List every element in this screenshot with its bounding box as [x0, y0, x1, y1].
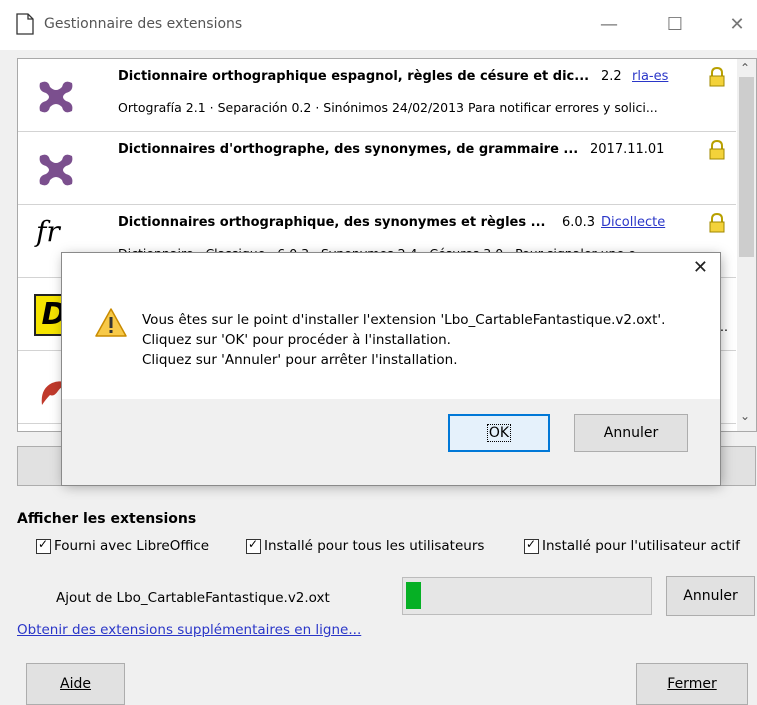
checkbox-checked-icon[interactable] — [36, 537, 51, 554]
install-confirm-dialog: ✕ Vous êtes sur le point d'installer l'e… — [61, 252, 721, 486]
shared-checkbox[interactable]: Installé pour tous les utilisateurs — [246, 537, 484, 554]
user-checkbox[interactable]: Installé pour l'utilisateur actif — [524, 537, 740, 554]
extension-version: 6.0.3 — [562, 215, 596, 230]
close-button[interactable]: Fermer — [636, 663, 748, 705]
extension-name: Dictionnaires orthographique, des synony… — [118, 215, 546, 230]
dialog-message-line: Cliquez sur 'OK' pour procéder à l'insta… — [142, 332, 451, 348]
extension-name: Dictionnaires d'orthographe, des synonym… — [118, 142, 579, 157]
ok-button[interactable]: OK — [448, 414, 550, 452]
lock-icon — [709, 67, 725, 87]
cancel-progress-button[interactable]: Annuler — [666, 576, 755, 616]
extension-name: Dictionnaire orthographique espagnol, rè… — [118, 69, 590, 84]
lock-icon — [709, 140, 725, 160]
extension-version: 2.2 — [601, 69, 622, 84]
extension-publisher-link[interactable]: rla-es — [632, 69, 668, 84]
dialog-cancel-button[interactable]: Annuler — [574, 414, 688, 452]
extension-version: 2017.11.01 — [590, 142, 665, 157]
close-window-button[interactable]: ✕ — [722, 10, 752, 40]
dialog-titlebar: ✕ — [62, 253, 720, 283]
window-title: Gestionnaire des extensions — [44, 16, 243, 32]
scroll-up-icon[interactable]: ⌃ — [740, 61, 750, 75]
document-icon — [16, 13, 34, 35]
fr-text-icon: fr — [36, 215, 60, 248]
title-bar: Gestionnaire des extensions — ☐ ✕ — [0, 0, 757, 50]
progress-label: Ajout de Lbo_CartableFantastique.v2.oxt — [56, 590, 330, 606]
checkbox-checked-icon[interactable] — [246, 537, 261, 554]
maximize-button[interactable]: ☐ — [660, 10, 690, 40]
checkbox-checked-icon[interactable] — [524, 537, 539, 554]
extension-row[interactable]: Dictionnaire orthographique espagnol, rè… — [18, 59, 736, 132]
dialog-body: Vous êtes sur le point d'installer l'ext… — [62, 283, 720, 399]
help-button[interactable]: Aide — [26, 663, 125, 705]
dialog-close-icon[interactable]: ✕ — [693, 257, 708, 278]
extension-description: Ortografía 2.1 · Separación 0.2 · Sinóni… — [118, 100, 658, 115]
bundled-checkbox[interactable]: Fourni avec LibreOffice — [36, 537, 209, 554]
progress-bar — [402, 577, 652, 615]
dialog-message: Vous êtes sur le point d'installer l'ext… — [142, 310, 665, 370]
dialog-message-line: Vous êtes sur le point d'installer l'ext… — [142, 312, 666, 328]
warning-icon — [95, 308, 127, 337]
extension-publisher-link[interactable]: Dicollecte — [601, 215, 665, 230]
dialog-footer: OK Annuler — [62, 399, 720, 485]
extension-row[interactable]: Dictionnaires d'orthographe, des synonym… — [18, 132, 736, 205]
lock-icon — [709, 213, 725, 233]
vertical-scrollbar[interactable]: ⌃ ⌄ — [737, 59, 756, 431]
puzzle-icon — [39, 154, 73, 186]
dialog-message-line: Cliquez sur 'Annuler' pour arrêter l'ins… — [142, 352, 458, 368]
show-extensions-heading: Afficher les extensions — [17, 511, 197, 527]
progress-fill — [406, 582, 421, 609]
get-more-extensions-link[interactable]: Obtenir des extensions supplémentaires e… — [17, 622, 361, 638]
puzzle-icon — [39, 81, 73, 113]
scroll-down-icon[interactable]: ⌄ — [740, 409, 750, 423]
minimize-button[interactable]: — — [594, 10, 624, 40]
scroll-thumb[interactable] — [739, 77, 754, 257]
